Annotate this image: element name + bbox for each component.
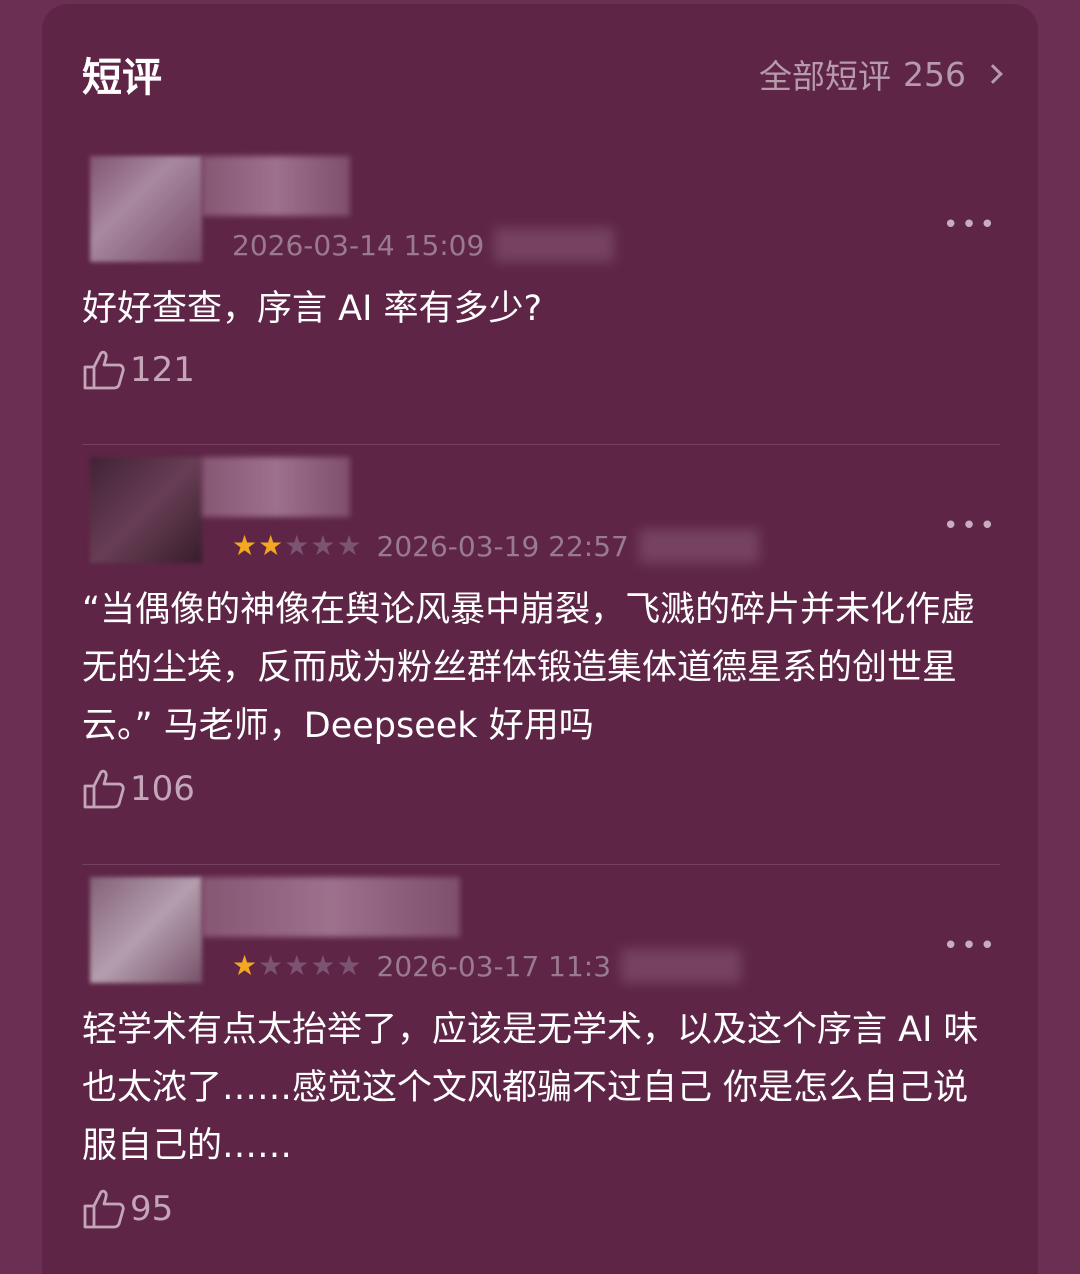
like-count: 95 xyxy=(130,1189,174,1229)
thumbs-up-icon xyxy=(83,1189,125,1229)
star-icon: ★ xyxy=(310,529,336,562)
star-icon: ★ xyxy=(232,949,258,982)
star-icon: ★ xyxy=(258,529,284,562)
card-header: 短评 全部短评 256 xyxy=(82,42,1003,106)
section-title: 短评 xyxy=(82,55,162,101)
review-content: 好好查查，序言 AI 率有多少? xyxy=(82,289,543,329)
like-count: 106 xyxy=(130,769,195,809)
short-reviews-card: 短评 全部短评 256 2026-03-14 15:09 ••• 好好查查，序言… xyxy=(42,4,1038,1274)
review-meta: ★ ★ ★ ★ ★ 2026-03-17 11:3 xyxy=(232,949,742,983)
more-dots-icon[interactable]: ••• xyxy=(943,210,998,240)
meta-redacted xyxy=(494,228,615,262)
star-icon: ★ xyxy=(258,949,284,982)
avatar[interactable] xyxy=(90,156,202,262)
avatar[interactable] xyxy=(90,457,202,563)
star-icon: ★ xyxy=(310,949,336,982)
review-item: ★ ★ ★ ★ ★ 2026-03-17 11:3 ••• 轻学术有点太抬举了，… xyxy=(82,864,1000,1244)
more-dots-icon[interactable]: ••• xyxy=(943,511,998,541)
review-meta: ★ ★ ★ ★ ★ 2026-03-19 22:57 xyxy=(232,529,759,563)
star-icon: ★ xyxy=(336,529,362,562)
star-icon: ★ xyxy=(336,949,362,982)
like-button[interactable]: 106 xyxy=(82,769,195,809)
chevron-right-icon xyxy=(983,64,1003,84)
meta-redacted xyxy=(621,949,742,983)
avatar[interactable] xyxy=(90,877,202,983)
review-content: “当偶像的神像在舆论风暴中崩裂，飞溅的碎片并未化作虚无的尘埃，反而成为粉丝群体锻… xyxy=(82,590,976,746)
star-icon: ★ xyxy=(284,529,310,562)
thumbs-up-icon xyxy=(83,350,125,390)
like-button[interactable]: 95 xyxy=(82,1189,173,1229)
star-icon: ★ xyxy=(232,529,258,562)
all-reviews-count: 256 xyxy=(903,54,966,94)
meta-redacted xyxy=(638,529,759,563)
all-reviews-link[interactable]: 全部短评 256 xyxy=(759,50,1003,98)
review-item: 2026-03-14 15:09 ••• 好好查查，序言 AI 率有多少? 12… xyxy=(82,144,1000,436)
more-dots-icon[interactable]: ••• xyxy=(943,931,998,961)
star-icon: ★ xyxy=(284,949,310,982)
thumbs-up-icon xyxy=(83,769,125,809)
review-content: 轻学术有点太抬举了，应该是无学术，以及这个序言 AI 味也太浓了……感觉这个文风… xyxy=(82,1010,979,1166)
review-item: ★ ★ ★ ★ ★ 2026-03-19 22:57 ••• “当偶像的神像在舆… xyxy=(82,444,1000,856)
star-rating: ★ ★ ★ ★ ★ xyxy=(232,532,363,560)
review-timestamp: 2026-03-14 15:09 xyxy=(232,228,485,262)
username-redacted[interactable] xyxy=(202,457,350,517)
username-redacted[interactable] xyxy=(202,877,460,937)
review-timestamp: 2026-03-17 11:3 xyxy=(376,949,612,983)
review-timestamp: 2026-03-19 22:57 xyxy=(376,529,629,563)
review-meta: 2026-03-14 15:09 xyxy=(232,228,615,262)
like-button[interactable]: 121 xyxy=(82,350,195,390)
like-count: 121 xyxy=(130,350,195,390)
all-reviews-label: 全部短评 xyxy=(759,57,891,96)
star-rating: ★ ★ ★ ★ ★ xyxy=(232,952,363,980)
username-redacted[interactable] xyxy=(202,156,350,216)
